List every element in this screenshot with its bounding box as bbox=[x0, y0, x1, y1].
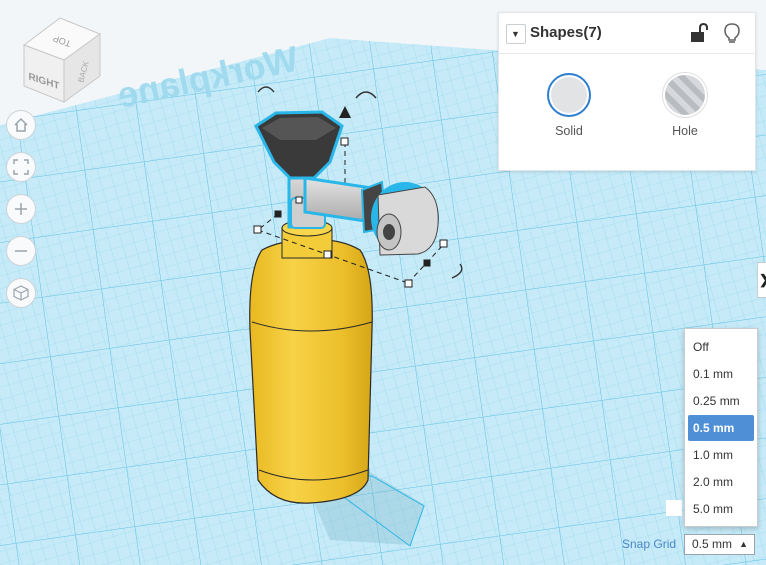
snap-option-0-1[interactable]: 0.1 mm bbox=[688, 361, 754, 387]
home-icon bbox=[14, 117, 28, 132]
hole-swatch[interactable] bbox=[663, 73, 707, 117]
lightbulb-icon[interactable] bbox=[721, 21, 743, 45]
lock-open-icon[interactable] bbox=[687, 22, 709, 44]
collapse-panel-button[interactable]: ▼ bbox=[506, 24, 526, 44]
fit-view-button[interactable] bbox=[6, 152, 36, 182]
home-view-button[interactable] bbox=[6, 110, 36, 140]
view-cube[interactable]: TOP RIGHT BACK bbox=[22, 17, 102, 103]
snap-option-off[interactable]: Off bbox=[688, 334, 754, 360]
snap-grid-dropdown[interactable]: Off 0.1 mm 0.25 mm 0.5 mm 1.0 mm 2.0 mm … bbox=[684, 328, 758, 527]
caret-up-icon: ▲ bbox=[739, 539, 748, 549]
expand-panel-tab[interactable]: ❯ bbox=[757, 262, 766, 298]
solid-swatch[interactable] bbox=[547, 73, 591, 117]
shapes-panel-header: ▼ Shapes(7) bbox=[499, 13, 755, 54]
cube-icon bbox=[13, 285, 29, 301]
plus-icon bbox=[15, 203, 27, 215]
snap-option-5-0[interactable]: 5.0 mm bbox=[688, 496, 754, 522]
perspective-button[interactable] bbox=[6, 278, 36, 308]
snap-grid-select[interactable]: 0.5 mm ▲ bbox=[684, 534, 755, 555]
shapes-panel: ▼ Shapes(7) Solid Hole bbox=[498, 12, 756, 171]
snap-option-0-25[interactable]: 0.25 mm bbox=[688, 388, 754, 414]
hole-label: Hole bbox=[672, 124, 698, 138]
blank-patch bbox=[666, 500, 682, 516]
hole-option[interactable]: Hole bbox=[645, 73, 725, 138]
chevron-down-icon: ▼ bbox=[511, 29, 520, 39]
zoom-out-button[interactable] bbox=[6, 236, 36, 266]
zoom-in-button[interactable] bbox=[6, 194, 36, 224]
snap-grid-label: Snap Grid bbox=[622, 537, 677, 551]
solid-option[interactable]: Solid bbox=[529, 73, 609, 138]
snap-grid-value: 0.5 mm bbox=[692, 537, 733, 551]
tank-body[interactable] bbox=[249, 219, 373, 504]
fit-icon bbox=[13, 159, 29, 175]
snap-option-0-5[interactable]: 0.5 mm bbox=[688, 415, 754, 441]
solid-label: Solid bbox=[555, 124, 583, 138]
snap-option-2-0[interactable]: 2.0 mm bbox=[688, 469, 754, 495]
panel-title: Shapes(7) bbox=[530, 24, 602, 41]
minus-icon bbox=[15, 250, 27, 252]
snap-option-1-0[interactable]: 1.0 mm bbox=[688, 442, 754, 468]
